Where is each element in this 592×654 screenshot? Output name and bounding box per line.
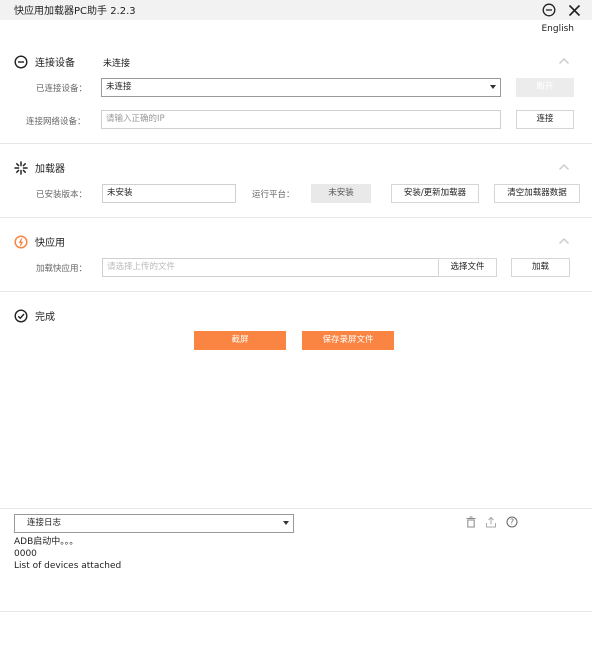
done-section-title: 完成 — [35, 312, 55, 323]
connected-device-label: 已连接设备： — [36, 84, 88, 94]
language-switch[interactable]: English — [542, 24, 575, 34]
file-path-input[interactable]: 请选择上传的文件 — [102, 258, 439, 277]
ip-input[interactable]: 请输入正确的IP — [101, 110, 501, 129]
disconnect-button[interactable]: 断开 — [516, 78, 574, 97]
quickapp-section-title: 快应用 — [35, 238, 65, 249]
screenshot-button[interactable]: 截屏 — [194, 331, 286, 350]
divider — [0, 143, 592, 144]
window-title: 快应用加载器PC助手 2.2.3 — [14, 6, 136, 17]
done-section-header: 完成 — [14, 308, 55, 323]
done-icon — [14, 308, 28, 323]
upload-icon[interactable] — [485, 516, 497, 528]
clear-loader-data-button[interactable]: 清空加载器数据 — [494, 184, 580, 203]
connect-section-header: 连接设备 — [14, 54, 75, 69]
installed-version-field: 未安装 — [102, 184, 236, 203]
chevron-up-icon[interactable] — [558, 163, 570, 171]
log-output: ADB启动中。。。 0000 List of devices attached — [14, 536, 121, 572]
chevron-up-icon[interactable] — [558, 237, 570, 245]
quickapp-section-header: 快应用 — [14, 234, 65, 249]
chevron-up-icon[interactable] — [558, 57, 570, 65]
title-bar: 快应用加载器PC助手 2.2.3 — [0, 0, 592, 20]
log-type-select[interactable]: 连接日志 — [14, 514, 294, 533]
divider — [0, 217, 592, 218]
trash-icon[interactable] — [465, 516, 477, 528]
loader-section-header: 加载器 — [14, 160, 65, 175]
loader-section-title: 加载器 — [35, 164, 65, 175]
chevron-down-icon — [490, 85, 496, 89]
help-icon[interactable]: ? — [506, 516, 518, 528]
minimize-icon[interactable] — [540, 1, 558, 19]
connect-button[interactable]: 连接 — [516, 110, 574, 129]
log-line: List of devices attached — [14, 561, 122, 571]
install-loader-button[interactable]: 安装/更新加载器 — [391, 184, 479, 203]
load-button[interactable]: 加载 — [511, 258, 570, 277]
device-select[interactable]: 未连接 — [101, 78, 501, 97]
connect-section-title: 连接设备 — [35, 58, 75, 69]
installed-version-label: 已安装版本： — [36, 190, 88, 200]
close-icon[interactable] — [565, 1, 583, 19]
device-select-value: 未连接 — [106, 82, 132, 92]
log-line: ADB启动中。。。 — [14, 537, 79, 547]
quickapp-icon — [14, 234, 28, 249]
connect-icon — [14, 54, 28, 69]
choose-file-button[interactable]: 选择文件 — [438, 258, 497, 277]
chevron-down-icon — [283, 521, 289, 525]
divider — [0, 291, 592, 292]
network-device-label: 连接网络设备： — [26, 117, 86, 127]
svg-text:?: ? — [510, 518, 514, 527]
loader-icon — [14, 160, 28, 175]
platform-label: 运行平台： — [252, 190, 295, 200]
log-type-value: 连接日志 — [27, 518, 62, 528]
platform-field: 未安装 — [311, 184, 371, 203]
save-recording-button[interactable]: 保存录屏文件 — [302, 331, 394, 350]
log-line: 0000 — [14, 549, 37, 559]
connection-status: 未连接 — [103, 59, 131, 69]
load-quickapp-label: 加载快应用： — [36, 264, 88, 274]
